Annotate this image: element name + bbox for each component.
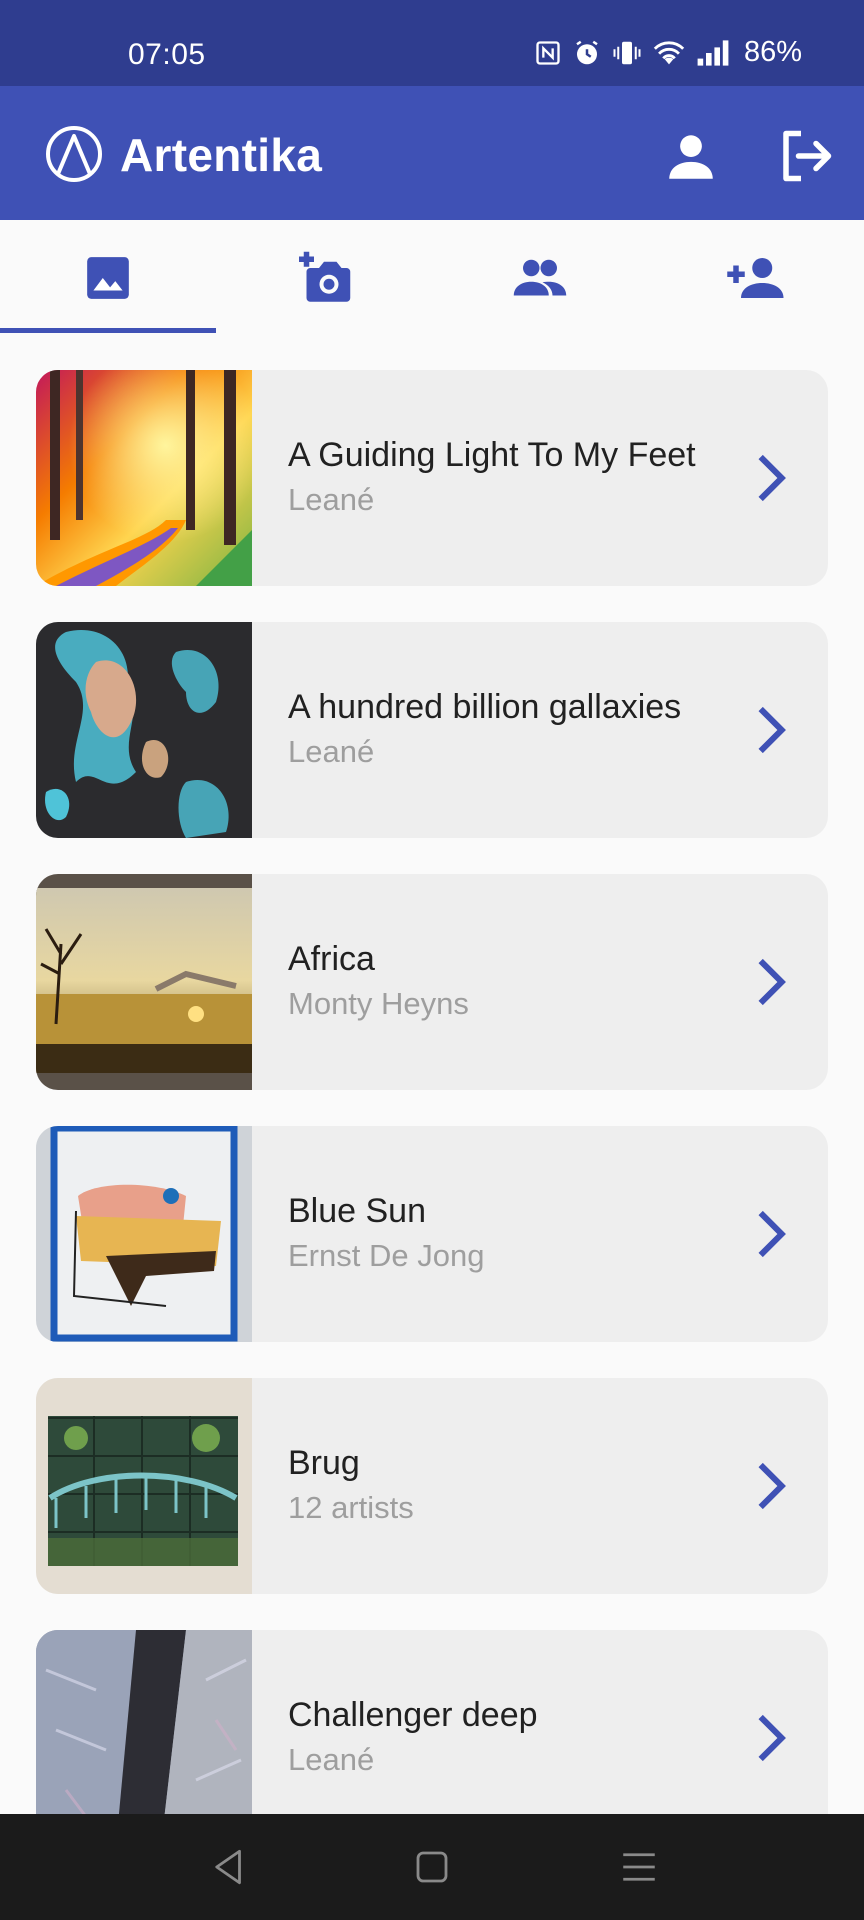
artwork-title: Brug bbox=[288, 1444, 360, 1482]
artwork-card[interactable]: A Guiding Light To My Feet Leané bbox=[36, 370, 828, 586]
tab-add-artist[interactable] bbox=[648, 220, 864, 336]
app-bar: Artentika bbox=[0, 86, 864, 220]
signal-icon bbox=[697, 39, 729, 66]
app-title: Artentika bbox=[120, 129, 323, 181]
artwork-artist: Leané bbox=[288, 1742, 375, 1777]
status-icons: 86% bbox=[534, 36, 802, 69]
artwork-thumbnail bbox=[36, 622, 252, 838]
add-camera-icon bbox=[299, 251, 351, 302]
alarm-icon bbox=[576, 40, 598, 64]
chevron-right-icon bbox=[758, 958, 786, 1006]
artwork-artist: Monty Heyns bbox=[288, 986, 469, 1021]
wifi-icon bbox=[653, 40, 685, 64]
artwork-title: Africa bbox=[288, 940, 375, 978]
chevron-right-icon bbox=[758, 1714, 786, 1762]
nfc-icon bbox=[536, 40, 560, 65]
chevron-right-icon bbox=[758, 1462, 786, 1510]
artentika-logo-icon bbox=[46, 126, 102, 182]
account-icon[interactable] bbox=[662, 128, 720, 186]
artwork-thumbnail bbox=[36, 1378, 252, 1594]
person-add-icon bbox=[727, 258, 784, 298]
artwork-card[interactable]: Africa Monty Heyns bbox=[36, 874, 828, 1090]
tab-gallery[interactable] bbox=[0, 220, 216, 336]
artwork-card[interactable]: A hundred billion gallaxies Leané bbox=[36, 622, 828, 838]
artwork-artist: 12 artists bbox=[288, 1490, 414, 1525]
artwork-thumbnail bbox=[36, 874, 252, 1090]
image-icon bbox=[87, 257, 129, 299]
battery-level: 86% bbox=[743, 36, 802, 68]
chevron-right-icon bbox=[758, 454, 786, 502]
chevron-right-icon bbox=[758, 706, 786, 754]
back-icon[interactable] bbox=[208, 1846, 250, 1888]
tab-add-artwork[interactable] bbox=[216, 220, 432, 336]
tab-artists[interactable] bbox=[432, 220, 648, 336]
status-bar: 07:05 86% bbox=[0, 0, 864, 86]
status-time: 07:05 bbox=[128, 38, 206, 71]
tab-bar bbox=[0, 220, 864, 336]
group-icon bbox=[513, 259, 567, 296]
artwork-artist: Leané bbox=[288, 482, 375, 517]
artwork-artist: Leané bbox=[288, 734, 375, 769]
artwork-title: A Guiding Light To My Feet bbox=[288, 436, 696, 474]
home-icon[interactable] bbox=[411, 1846, 453, 1888]
artwork-card[interactable]: Brug 12 artists bbox=[36, 1378, 828, 1594]
vibrate-icon bbox=[613, 41, 641, 64]
chevron-right-icon bbox=[758, 1210, 786, 1258]
logout-icon[interactable] bbox=[776, 126, 836, 186]
artwork-title: Blue Sun bbox=[288, 1192, 426, 1230]
artwork-title: A hundred billion gallaxies bbox=[288, 688, 682, 726]
artwork-thumbnail bbox=[36, 370, 252, 586]
artwork-card[interactable]: Blue Sun Ernst De Jong bbox=[36, 1126, 828, 1342]
artwork-artist: Ernst De Jong bbox=[288, 1238, 485, 1273]
system-nav-bar bbox=[0, 1814, 864, 1920]
active-tab-indicator bbox=[0, 328, 216, 333]
artwork-thumbnail bbox=[36, 1126, 252, 1342]
artwork-title: Challenger deep bbox=[288, 1696, 538, 1734]
menu-icon[interactable] bbox=[618, 1846, 660, 1888]
